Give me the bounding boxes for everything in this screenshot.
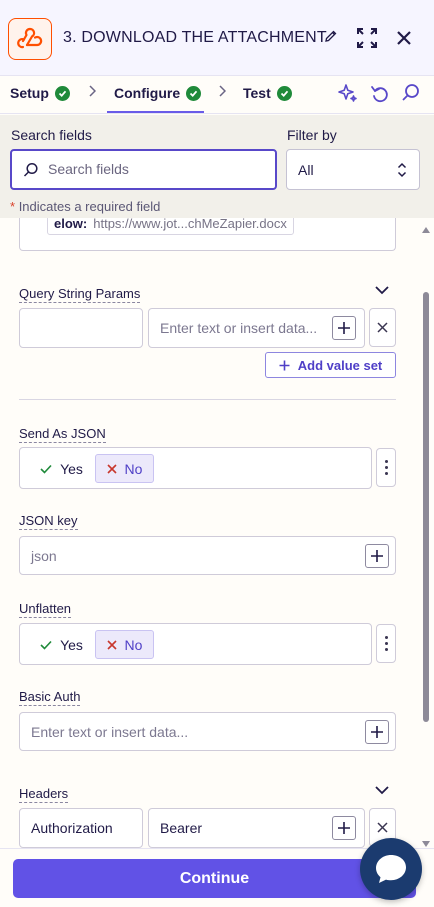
insert-data-plus-icon[interactable] bbox=[332, 816, 356, 840]
tab-label: Test bbox=[243, 85, 271, 101]
add-value-set-label: Add value set bbox=[297, 357, 383, 373]
search-fields-input[interactable] bbox=[48, 161, 263, 177]
headers-label: Headers bbox=[19, 786, 69, 803]
unflatten-yes-option[interactable]: Yes bbox=[27, 630, 96, 659]
webhook-icon bbox=[8, 18, 52, 60]
plus-icon bbox=[279, 360, 290, 370]
scrollbar-thumb[interactable] bbox=[423, 292, 429, 722]
filter-by-label: Filter by bbox=[287, 127, 337, 143]
unflatten-toggle: Yes No bbox=[19, 623, 372, 665]
chat-bubble-icon[interactable] bbox=[360, 838, 422, 900]
close-icon[interactable] bbox=[396, 30, 412, 49]
send-as-json-no-option[interactable]: No bbox=[95, 454, 154, 483]
check-circle-icon bbox=[186, 85, 202, 101]
header-key-value: Authorization bbox=[31, 820, 113, 836]
more-options-kebab-icon[interactable] bbox=[376, 624, 396, 663]
tab-test[interactable]: Test bbox=[243, 85, 292, 101]
rename-pencil-icon[interactable] bbox=[324, 29, 338, 46]
insert-data-plus-icon[interactable] bbox=[365, 544, 389, 568]
scroll-up-arrow-icon[interactable] bbox=[422, 220, 430, 236]
tab-label: Setup bbox=[10, 85, 49, 101]
configure-form[interactable]: elow: https://www.jot...chMeZapier.docx … bbox=[0, 218, 434, 848]
insert-data-plus-icon[interactable] bbox=[332, 316, 356, 340]
check-icon bbox=[40, 464, 52, 474]
chevron-down-icon[interactable] bbox=[374, 782, 390, 798]
unflatten-no-option[interactable]: No bbox=[95, 630, 154, 659]
step-tabs: Setup Configure Test bbox=[0, 76, 434, 114]
filter-value: All bbox=[298, 162, 314, 178]
check-icon bbox=[40, 640, 52, 650]
field-search-panel: Search fields Filter by All * Indicates … bbox=[0, 115, 434, 218]
search-icon[interactable] bbox=[401, 83, 421, 106]
remove-row-close-icon[interactable] bbox=[369, 308, 396, 347]
step-header: 3. DOWNLOAD THE ATTACHMENT bbox=[0, 0, 434, 76]
query-param-value-input[interactable]: Enter text or insert data... bbox=[148, 308, 365, 348]
data-pill[interactable]: elow: https://www.jot...chMeZapier.docx bbox=[47, 218, 294, 235]
pill-value: https://www.jot...chMeZapier.docx bbox=[93, 218, 287, 231]
undo-icon[interactable] bbox=[370, 83, 390, 106]
tab-configure[interactable]: Configure bbox=[114, 85, 202, 101]
previous-field-input[interactable]: elow: https://www.jot...chMeZapier.docx bbox=[19, 218, 396, 251]
query-string-params-label: Query String Params bbox=[19, 286, 141, 303]
header-key-input[interactable]: Authorization bbox=[19, 808, 143, 848]
pill-key: elow: bbox=[54, 218, 88, 231]
tab-setup[interactable]: Setup bbox=[10, 85, 70, 101]
json-key-placeholder: json bbox=[31, 548, 57, 564]
query-param-key-input[interactable] bbox=[19, 308, 143, 348]
continue-button[interactable]: Continue bbox=[13, 859, 416, 898]
more-options-kebab-icon[interactable] bbox=[376, 448, 396, 487]
check-circle-icon bbox=[276, 85, 292, 101]
basic-auth-input[interactable]: Enter text or insert data... bbox=[19, 712, 396, 751]
header-value-input[interactable]: Bearer bbox=[148, 808, 365, 848]
insert-data-plus-icon[interactable] bbox=[365, 720, 389, 744]
search-fields-label: Search fields bbox=[11, 127, 92, 143]
no-label: No bbox=[124, 636, 143, 653]
ai-sparkle-icon[interactable] bbox=[338, 83, 358, 106]
x-icon bbox=[106, 463, 117, 474]
send-as-json-toggle: Yes No bbox=[19, 447, 372, 489]
x-icon bbox=[106, 639, 117, 650]
header-value-text: Bearer bbox=[160, 820, 203, 836]
filter-by-select[interactable]: All bbox=[286, 149, 420, 190]
divider bbox=[19, 399, 396, 400]
basic-auth-label: Basic Auth bbox=[19, 689, 81, 706]
step-title: 3. DOWNLOAD THE ATTACHMENT bbox=[63, 29, 327, 46]
json-key-input[interactable]: json bbox=[19, 536, 396, 575]
yes-label: Yes bbox=[60, 636, 83, 653]
active-tab-indicator bbox=[107, 111, 204, 113]
value-placeholder: Enter text or insert data... bbox=[160, 320, 318, 336]
add-value-set-button[interactable]: Add value set bbox=[265, 352, 396, 378]
json-key-label: JSON key bbox=[19, 513, 78, 530]
tab-label: Configure bbox=[114, 85, 181, 101]
expand-icon[interactable] bbox=[357, 28, 377, 51]
required-field-note: * Indicates a required field bbox=[10, 199, 160, 214]
chevron-right-icon bbox=[88, 84, 97, 100]
required-star: * bbox=[10, 199, 16, 214]
chevron-right-icon bbox=[218, 84, 227, 100]
send-as-json-label: Send As JSON bbox=[19, 426, 106, 443]
yes-label: Yes bbox=[60, 460, 83, 477]
chevron-down-icon[interactable] bbox=[374, 282, 390, 298]
check-circle-icon bbox=[54, 85, 70, 101]
select-arrows-icon bbox=[397, 161, 407, 182]
send-as-json-yes-option[interactable]: Yes bbox=[27, 454, 96, 483]
search-icon bbox=[23, 162, 39, 181]
basic-auth-placeholder: Enter text or insert data... bbox=[31, 724, 189, 740]
unflatten-label: Unflatten bbox=[19, 601, 72, 618]
required-note-text: Indicates a required field bbox=[18, 199, 161, 214]
search-fields-input-box[interactable] bbox=[10, 149, 277, 190]
no-label: No bbox=[124, 460, 143, 477]
